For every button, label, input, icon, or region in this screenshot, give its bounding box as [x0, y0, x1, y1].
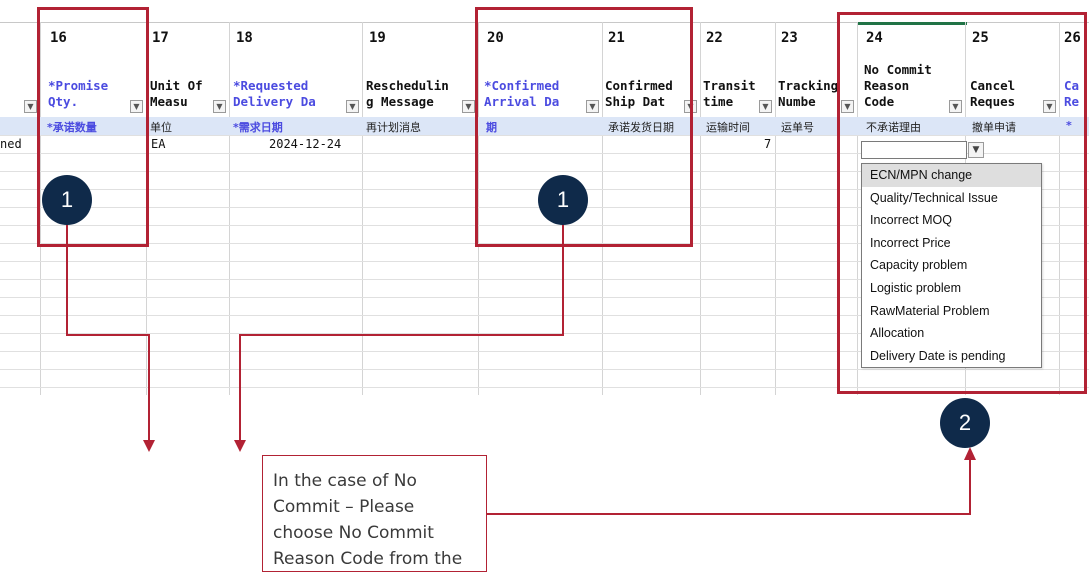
step-badge: 2 — [940, 398, 990, 448]
arrowhead — [964, 447, 976, 460]
connector-line — [487, 460, 971, 515]
step-badge: 1 — [42, 175, 92, 225]
arrowhead — [234, 440, 246, 452]
instruction-callout: In the case of No Commit – Please choose… — [262, 455, 487, 577]
arrowhead — [143, 440, 155, 452]
connector-line — [66, 220, 150, 440]
connector-line — [239, 220, 564, 440]
connector-arrows — [66, 220, 976, 515]
step-badge: 1 — [538, 175, 588, 225]
